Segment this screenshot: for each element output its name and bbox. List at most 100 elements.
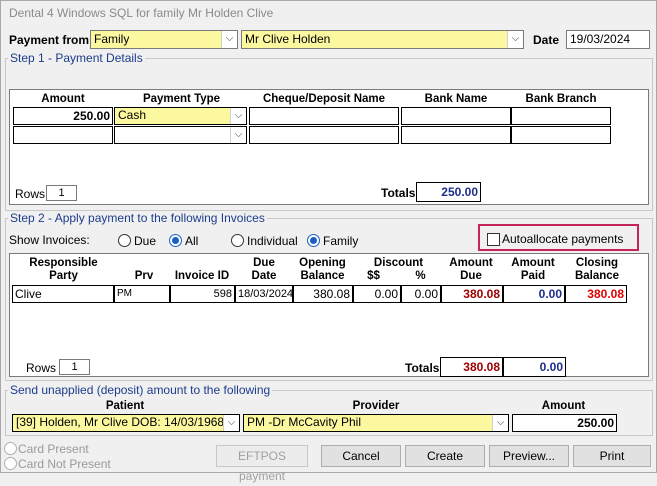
- radio-card-present[interactable]: [4, 442, 17, 455]
- col-amount: Amount: [41, 93, 85, 105]
- cheque-name-cell[interactable]: [249, 126, 399, 144]
- chevron-down-icon[interactable]: ⌵: [507, 31, 523, 48]
- bank-name-cell[interactable]: [401, 107, 511, 125]
- radio-due-label: Due: [134, 234, 157, 248]
- chevron-down-icon[interactable]: ⌵: [223, 415, 239, 431]
- card-not-present-label: Card Not Present: [18, 457, 111, 471]
- payment-type-combo[interactable]: Cash ⌵: [114, 107, 247, 125]
- col-bank-branch: Bank Branch: [525, 93, 597, 105]
- bank-name-cell[interactable]: [401, 126, 511, 144]
- radio-family[interactable]: [307, 234, 320, 247]
- print-button[interactable]: Print: [573, 445, 651, 467]
- invoice-opening-balance[interactable]: 380.08: [293, 285, 353, 303]
- unapplied-title: Send unapplied (deposit) amount to the f…: [8, 383, 273, 397]
- invoice-due-date[interactable]: 18/03/2024: [235, 285, 293, 303]
- payment-window: Dental 4 Windows SQL for family Mr Holde…: [0, 0, 657, 483]
- preview-button[interactable]: Preview...: [489, 445, 569, 467]
- hdr-amount-paid: Amount Paid: [504, 257, 562, 283]
- chevron-down-icon[interactable]: ⌵: [221, 31, 237, 48]
- radio-due[interactable]: [118, 234, 131, 247]
- create-button[interactable]: Create: [405, 445, 485, 467]
- provider-combo[interactable]: PM -Dr McCavity Phil ⌵: [243, 414, 509, 432]
- invoice-discount-dollar[interactable]: 0.00: [353, 285, 401, 303]
- payment-type-value: Cash: [118, 108, 147, 122]
- hdr-provider: Provider: [352, 400, 400, 412]
- hdr-amount: Amount: [541, 400, 586, 412]
- show-invoices-label: Show Invoices:: [9, 233, 90, 247]
- payment-type-combo[interactable]: ⌵: [114, 126, 247, 144]
- date-label: Date: [533, 33, 560, 47]
- cheque-name-cell[interactable]: [249, 107, 399, 125]
- hdr-text: Due: [253, 257, 275, 269]
- window-title: Dental 4 Windows SQL for family Mr Holde…: [9, 6, 274, 20]
- hdr-patient: Patient: [105, 400, 145, 412]
- step2-rows-label: Rows: [26, 361, 57, 375]
- hdr-discount: Discount: [373, 257, 424, 269]
- radio-all[interactable]: [169, 234, 182, 247]
- invoice-discount-pct[interactable]: 0.00: [401, 285, 441, 303]
- invoice-closing-balance[interactable]: 380.08: [565, 285, 627, 303]
- hdr-due-date: Due Date: [239, 257, 289, 283]
- step2-totals-paid: 0.00: [503, 357, 566, 377]
- amount-cell[interactable]: 250.00: [13, 107, 113, 125]
- cancel-button[interactable]: Cancel: [321, 445, 401, 467]
- hdr-invoice-id: Invoice ID: [174, 270, 230, 282]
- hdr-discount-dollar: $$: [367, 270, 380, 282]
- col-cheque-name: Cheque/Deposit Name: [262, 93, 386, 105]
- hdr-text: Party: [49, 270, 78, 282]
- step2-title: Step 2 - Apply payment to the following …: [8, 211, 267, 225]
- hdr-text: Balance: [574, 270, 620, 282]
- amount-cell[interactable]: [13, 126, 113, 144]
- hdr-text: Date: [251, 270, 277, 282]
- hdr-closing-balance: Closing Balance: [567, 257, 627, 283]
- radio-card-not-present[interactable]: [4, 457, 17, 470]
- hdr-text: Due: [460, 270, 482, 282]
- autoallocate-label: Autoallocate payments: [502, 232, 624, 246]
- radio-individual-label: Individual: [247, 234, 298, 248]
- radio-individual[interactable]: [231, 234, 244, 247]
- step1-rows-field[interactable]: 1: [46, 185, 77, 201]
- step1-totals-label: Totals: [381, 186, 416, 200]
- hdr-text: Opening: [299, 257, 346, 269]
- hdr-responsible-party: Responsible Party: [11, 257, 116, 283]
- invoice-amount-paid[interactable]: 0.00: [503, 285, 565, 303]
- payment-from-value: Family: [94, 32, 130, 46]
- payment-from-combo[interactable]: Family ⌵: [90, 30, 238, 49]
- hdr-text: Paid: [520, 270, 546, 282]
- chevron-down-icon[interactable]: ⌵: [230, 108, 246, 124]
- hdr-opening-balance: Opening Balance: [295, 257, 350, 283]
- invoice-id[interactable]: 598: [170, 285, 235, 303]
- invoice-amount-due[interactable]: 380.08: [441, 285, 503, 303]
- step2-totals-due: 380.08: [440, 357, 503, 377]
- step1-title: Step 1 - Payment Details: [8, 51, 145, 65]
- bank-branch-cell[interactable]: [511, 107, 611, 125]
- hdr-text: Closing: [575, 257, 619, 269]
- invoice-prv[interactable]: PM: [114, 285, 170, 303]
- chevron-down-icon[interactable]: ⌵: [492, 415, 508, 431]
- payer-value: Mr Clive Holden: [245, 32, 331, 46]
- hdr-amount-due: Amount Due: [441, 257, 501, 283]
- col-bank-name: Bank Name: [424, 93, 488, 105]
- hdr-text: Amount: [511, 257, 555, 269]
- patient-value: [39] Holden, Mr Clive DOB: 14/03/1968: [16, 415, 224, 429]
- step1-totals-value: 250.00: [416, 182, 481, 202]
- card-present-label: Card Present: [18, 442, 89, 456]
- step2-rows-field[interactable]: 1: [59, 359, 90, 375]
- col-payment-type: Payment Type: [142, 93, 221, 105]
- hdr-text: Amount: [449, 257, 493, 269]
- autoallocate-checkbox[interactable]: [487, 233, 500, 246]
- step2-totals-label: Totals: [405, 361, 440, 375]
- payer-combo[interactable]: Mr Clive Holden ⌵: [241, 30, 524, 49]
- bank-branch-cell[interactable]: [511, 126, 611, 144]
- invoice-party[interactable]: Clive: [12, 285, 114, 303]
- date-field[interactable]: 19/03/2024: [566, 30, 650, 49]
- payment-from-label: Payment from: [9, 33, 90, 47]
- chevron-down-icon[interactable]: ⌵: [230, 127, 246, 143]
- hdr-text: Balance: [300, 270, 345, 282]
- eftpos-button[interactable]: EFTPOS payment: [216, 445, 308, 483]
- unapplied-amount[interactable]: 250.00: [512, 414, 617, 432]
- patient-combo[interactable]: [39] Holden, Mr Clive DOB: 14/03/1968 ⌵: [12, 414, 240, 432]
- radio-all-label: All: [185, 234, 199, 248]
- radio-family-label: Family: [323, 234, 359, 248]
- hdr-text: Responsible: [29, 257, 98, 269]
